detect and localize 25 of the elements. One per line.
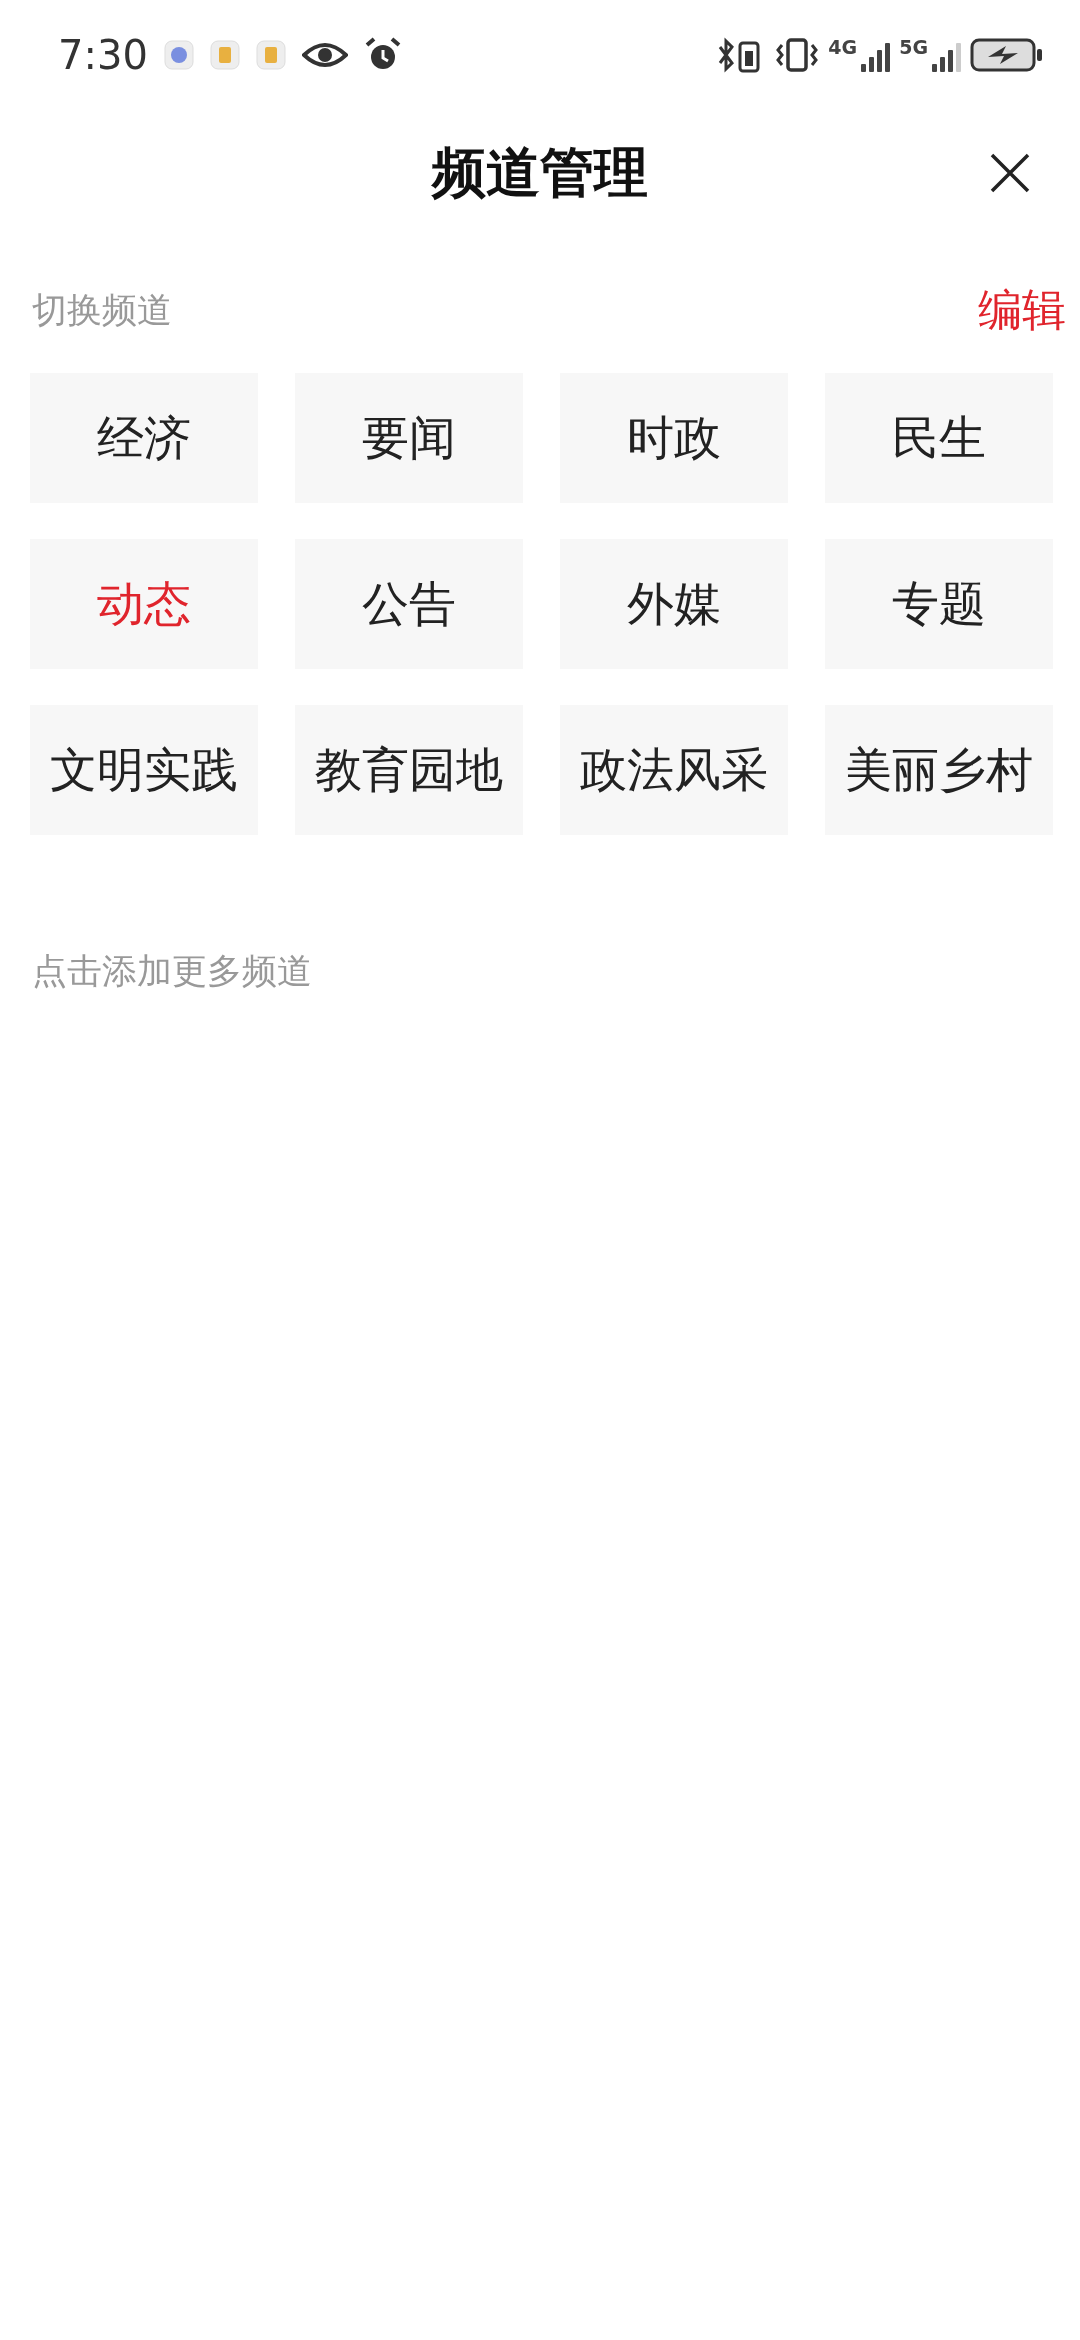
channel-tile[interactable]: 外媒 (560, 539, 788, 669)
section-label: 点击添加更多频道 (32, 951, 312, 991)
channel-tile[interactable]: 教育园地 (295, 705, 523, 835)
channel-tile[interactable]: 文明实践 (30, 705, 258, 835)
channel-tile[interactable]: 民生 (825, 373, 1053, 503)
app-notification-icon (255, 40, 286, 70)
channel-tile[interactable]: 政法风采 (560, 705, 788, 835)
channel-tile[interactable]: 公告 (295, 539, 523, 669)
app-notification-icon (209, 40, 240, 70)
channel-tile[interactable]: 动态 (30, 539, 258, 669)
status-time: 7:30 (58, 31, 148, 80)
channel-tile[interactable]: 美丽乡村 (825, 705, 1053, 835)
channel-tile[interactable]: 专题 (825, 539, 1053, 669)
edit-link[interactable]: 编辑 (978, 277, 1066, 343)
section-label: 切换频道 (32, 288, 172, 332)
channel-tile[interactable]: 时政 (560, 373, 788, 503)
channel-tile[interactable]: 要闻 (295, 373, 523, 503)
network-type: 5G (899, 38, 928, 57)
page-title: 频道管理 (432, 140, 648, 206)
battery-charging-icon (970, 37, 1044, 73)
eye-icon (301, 40, 348, 70)
network-type: 4G (828, 38, 858, 57)
channel-tile[interactable]: 经济 (30, 373, 258, 503)
vibrate-icon (774, 37, 821, 73)
app-notification-icon (163, 40, 194, 70)
